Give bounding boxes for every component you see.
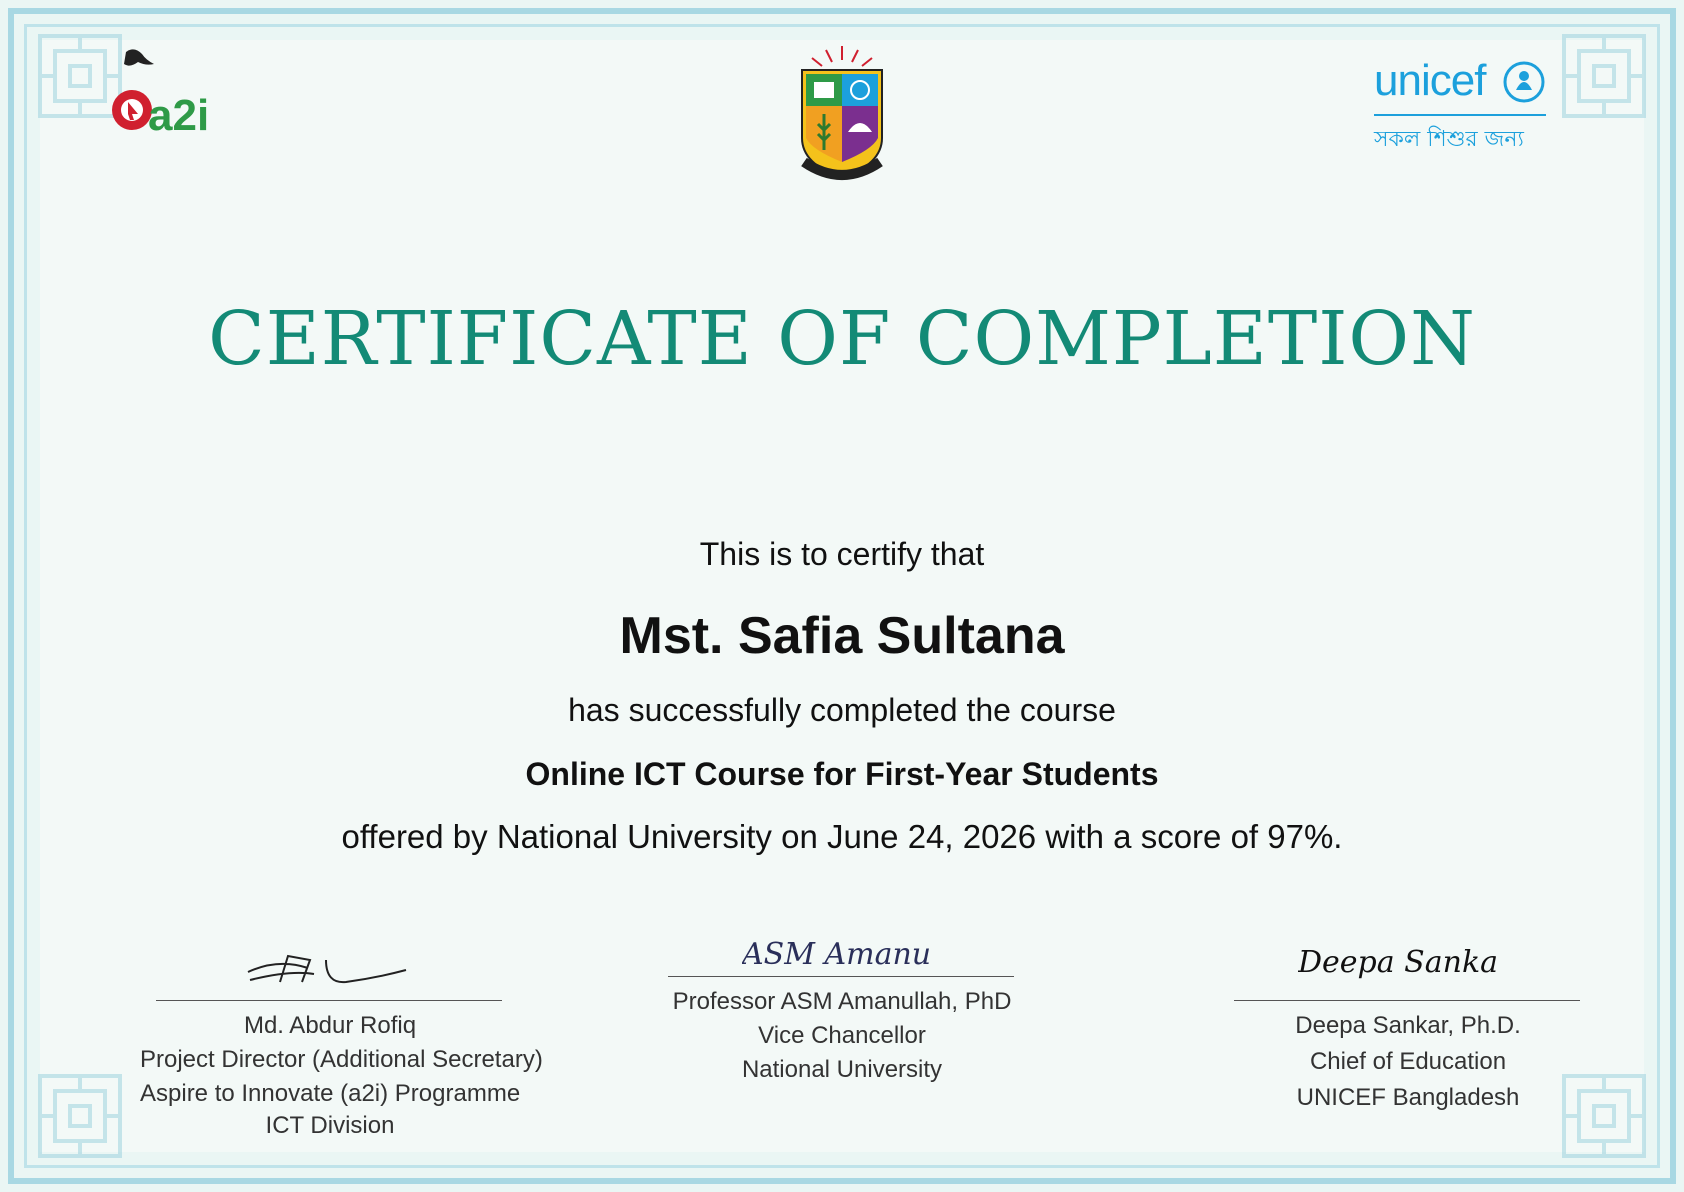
svg-text:a2i: a2i	[148, 91, 208, 140]
globe-icon	[1503, 61, 1545, 103]
svg-text:Deepa Sankar: Deepa Sankar	[1298, 945, 1498, 980]
signatory-role: Project Director (Additional Secretary)	[140, 1046, 543, 1073]
signatory-name: Md. Abdur Rofiq	[243, 1012, 417, 1039]
signature-left	[247, 954, 407, 984]
signatory-role: Vice Chancellor	[758, 1022, 926, 1049]
svg-text:ASM Amanullah: ASM Amanullah	[742, 937, 932, 972]
unicef-logo: unicef সকল শিশুর জন্য	[1374, 56, 1564, 156]
signatory-division: ICT Division	[265, 1112, 395, 1139]
unicef-tagline: সকল শিশুর জন্য	[1374, 127, 1524, 152]
recipient-name: Mst. Safia Sultana	[619, 607, 1065, 665]
certificate-page: a2i unicef সকল শিশুর জন্য CERTIFICATE OF…	[0, 0, 1684, 1192]
certificate-title: CERTIFICATE OF COMPLETION	[208, 296, 1476, 382]
signatory-name: Deepa Sankar, Ph.D.	[1295, 1012, 1521, 1039]
signature-middle: ASM Amanullah	[742, 937, 932, 972]
offered-text: offered by National University on June 2…	[341, 818, 1343, 855]
unicef-rule	[1374, 114, 1546, 116]
national-university-crest	[801, 46, 883, 180]
signature-rule	[156, 1000, 502, 1001]
signature-rule	[668, 976, 1014, 977]
corner-ornament-icon	[1562, 34, 1646, 118]
course-name: Online ICT Course for First-Year Student…	[525, 756, 1159, 792]
signatory-name: Professor ASM Amanullah, PhD	[672, 988, 1012, 1015]
signatory-org: National University	[741, 1056, 943, 1083]
completion-text: has successfully completed the course	[568, 692, 1116, 728]
signatory-role: Chief of Education	[1309, 1048, 1507, 1075]
signatory-left: Md. Abdur Rofiq Project Director (Additi…	[140, 940, 543, 1140]
signature-rule	[1234, 1000, 1580, 1001]
corner-ornament-icon	[38, 1074, 122, 1158]
unicef-wordmark: unicef	[1374, 56, 1486, 105]
certify-text: This is to certify that	[699, 536, 985, 572]
signatory-middle: ASM Amanullah Professor ASM Amanullah, P…	[652, 920, 1032, 1100]
signatory-right: Deepa Sankar Deepa Sankar, Ph.D. Chief o…	[1218, 932, 1598, 1112]
signatory-org: Aspire to Innovate (a2i) Programme	[140, 1080, 521, 1107]
a2i-logo: a2i	[112, 49, 208, 140]
signatory-org: UNICEF Bangladesh	[1296, 1084, 1520, 1111]
signature-right: Deepa Sankar	[1298, 945, 1498, 980]
